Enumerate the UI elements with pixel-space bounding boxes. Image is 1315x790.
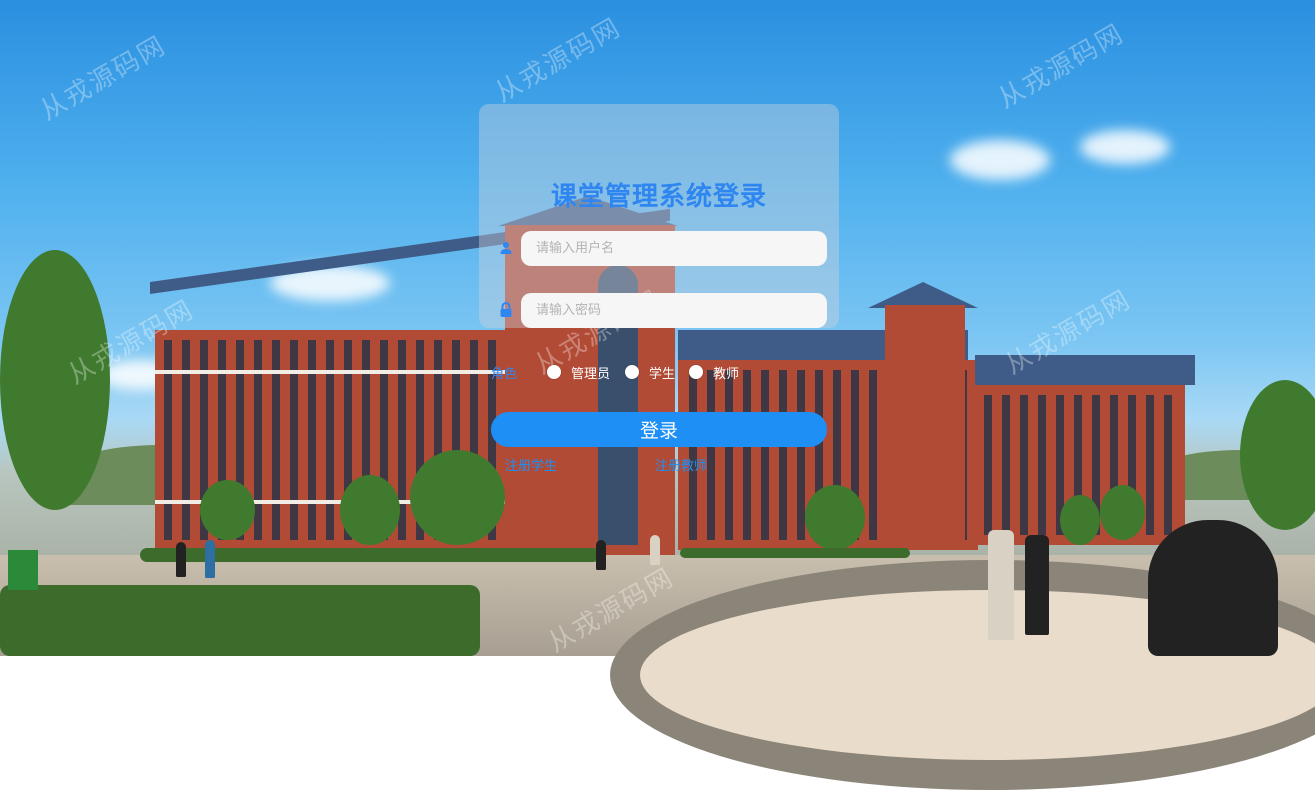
tree bbox=[340, 475, 400, 545]
person bbox=[1025, 535, 1049, 635]
cloud bbox=[950, 140, 1050, 180]
tree bbox=[805, 485, 865, 550]
tree bbox=[1060, 495, 1100, 545]
login-title: 课堂管理系统登录 bbox=[550, 182, 767, 212]
tree bbox=[410, 450, 505, 545]
role-radio-student[interactable] bbox=[625, 365, 639, 379]
role-label-admin: 管理员 bbox=[571, 367, 611, 382]
tree bbox=[200, 480, 255, 540]
role-label-teacher: 教师 bbox=[713, 367, 740, 382]
watermark: 从戎源码网 bbox=[993, 18, 1130, 115]
hedge bbox=[0, 585, 480, 656]
person bbox=[988, 530, 1014, 640]
tree bbox=[1100, 485, 1145, 540]
trim bbox=[155, 370, 515, 374]
role-label-student: 学生 bbox=[649, 367, 676, 382]
watermark: 从戎源码网 bbox=[35, 30, 172, 127]
register-teacher-link[interactable]: 注册教师 bbox=[655, 455, 707, 474]
role-label: 角色 bbox=[491, 367, 518, 382]
hedge bbox=[680, 548, 910, 558]
person bbox=[176, 542, 186, 577]
role-radio-admin[interactable] bbox=[547, 365, 561, 379]
person bbox=[596, 540, 606, 570]
lock-icon bbox=[499, 302, 515, 318]
cloud bbox=[1080, 130, 1170, 164]
role-radio-teacher[interactable] bbox=[689, 365, 703, 379]
login-button[interactable]: 登录 bbox=[491, 412, 827, 447]
person bbox=[205, 540, 215, 578]
building-tower-right bbox=[885, 305, 965, 550]
tree bbox=[1240, 380, 1315, 530]
trash-bin bbox=[8, 550, 38, 590]
person-foreground bbox=[1148, 520, 1278, 656]
register-student-link[interactable]: 注册学生 bbox=[505, 455, 557, 474]
password-input[interactable] bbox=[521, 293, 827, 328]
watermark: 从戎源码网 bbox=[490, 12, 627, 109]
username-input[interactable] bbox=[521, 231, 827, 266]
user-icon bbox=[499, 240, 515, 256]
background-campus-image: 从戎源码网 从戎源码网 从戎源码网 从戎源码网 从戎源码网 从戎源码网 从戎源码… bbox=[0, 0, 1315, 790]
